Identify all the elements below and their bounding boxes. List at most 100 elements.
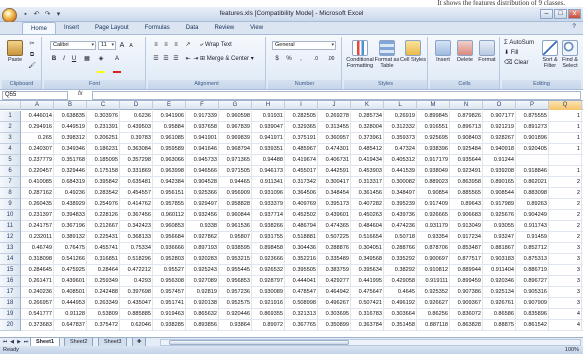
cell[interactable]: 0.946173 bbox=[252, 166, 285, 177]
cell[interactable]: 0.886719 bbox=[516, 265, 549, 276]
cell[interactable]: 0.518881 bbox=[285, 232, 318, 243]
paste-button[interactable]: Paste bbox=[5, 40, 25, 63]
cell[interactable]: 0.406731 bbox=[318, 155, 351, 166]
cell[interactable]: 0.38292 bbox=[384, 265, 417, 276]
merge-center-button[interactable]: ⊞ Merge & Center ▾ bbox=[200, 55, 262, 64]
align-left-icon[interactable]: ☰ bbox=[152, 55, 160, 64]
cell[interactable]: 0.919111 bbox=[417, 276, 450, 287]
cell[interactable]: 2 bbox=[549, 232, 582, 243]
cell[interactable]: 0.909367 bbox=[450, 298, 483, 309]
cell[interactable]: 0.908544 bbox=[483, 188, 516, 199]
row-header[interactable]: 6 bbox=[0, 166, 21, 177]
cell[interactable]: 0.316783 bbox=[351, 309, 384, 320]
cell[interactable]: 0.359373 bbox=[384, 133, 417, 144]
cell[interactable]: 0.917234 bbox=[450, 232, 483, 243]
cell[interactable]: 0.893856 bbox=[186, 320, 219, 331]
column-header-a[interactable]: A bbox=[21, 101, 54, 110]
cell[interactable]: 0.951741 bbox=[153, 298, 186, 309]
column-header-e[interactable]: E bbox=[153, 101, 186, 110]
cell[interactable]: 1 bbox=[549, 144, 582, 155]
cell[interactable]: 0.638835 bbox=[54, 111, 87, 122]
cell[interactable]: 0.254976 bbox=[87, 199, 120, 210]
cell[interactable]: 0.887118 bbox=[417, 320, 450, 331]
cell[interactable]: 0.318098 bbox=[21, 254, 54, 265]
column-header-j[interactable]: J bbox=[318, 101, 351, 110]
column-header-l[interactable]: L bbox=[384, 101, 417, 110]
autosum-button[interactable]: Σ AutoSum bbox=[504, 39, 540, 48]
cell[interactable]: 0.891273 bbox=[516, 122, 549, 133]
cell[interactable]: 0.88875 bbox=[483, 320, 516, 331]
cell[interactable]: 0.908403 bbox=[450, 133, 483, 144]
row-header[interactable]: 15 bbox=[0, 265, 21, 276]
cell[interactable]: 0.367765 bbox=[285, 320, 318, 331]
cell[interactable]: 2 bbox=[549, 188, 582, 199]
row-header[interactable]: 14 bbox=[0, 254, 21, 265]
cell[interactable]: 0.959589 bbox=[153, 144, 186, 155]
wrap-text-button[interactable]: ⤶ Wrap Text bbox=[200, 41, 250, 50]
cell[interactable]: 0.496267 bbox=[318, 298, 351, 309]
cell[interactable]: 0.62046 bbox=[120, 320, 153, 331]
column-header-q[interactable]: Q bbox=[549, 101, 582, 110]
cell[interactable]: 0.910812 bbox=[417, 265, 450, 276]
cell[interactable]: 0.907177 bbox=[483, 111, 516, 122]
cell[interactable]: 0.919463 bbox=[153, 309, 186, 320]
cell[interactable]: 0.920346 bbox=[483, 276, 516, 287]
cell[interactable]: 0.869355 bbox=[252, 309, 285, 320]
row-header[interactable]: 9 bbox=[0, 199, 21, 210]
cell[interactable]: 0.75334 bbox=[120, 243, 153, 254]
tab-review[interactable]: Review bbox=[206, 22, 242, 34]
cell[interactable]: 0.518296 bbox=[120, 254, 153, 265]
cell[interactable]: 0.287162 bbox=[21, 188, 54, 199]
cell[interactable]: 0.94465 bbox=[219, 177, 252, 188]
cell[interactable]: 0.175158 bbox=[87, 166, 120, 177]
cell[interactable]: 0.930089 bbox=[252, 287, 285, 298]
cell[interactable]: 0.863958 bbox=[450, 177, 483, 188]
cell[interactable]: 0.475647 bbox=[351, 287, 384, 298]
cell[interactable]: 0.925352 bbox=[417, 287, 450, 298]
cell[interactable]: 0.875313 bbox=[516, 254, 549, 265]
cell[interactable]: 0.300417 bbox=[318, 177, 351, 188]
decrease-decimal-button[interactable]: .00 bbox=[324, 55, 338, 64]
cell[interactable]: 0.375191 bbox=[285, 133, 318, 144]
cell[interactable] bbox=[516, 155, 549, 166]
cell[interactable]: 0.261471 bbox=[21, 276, 54, 287]
name-box[interactable]: Q55 bbox=[2, 91, 68, 100]
cell[interactable]: 0.395505 bbox=[285, 265, 318, 276]
cell[interactable]: 0.896713 bbox=[450, 122, 483, 133]
column-header-o[interactable]: O bbox=[483, 101, 516, 110]
cell[interactable]: 0.405312 bbox=[384, 155, 417, 166]
cell[interactable]: 0.303976 bbox=[87, 111, 120, 122]
cell[interactable]: 0.303695 bbox=[318, 309, 351, 320]
increase-indent-icon[interactable]: ⇥ bbox=[192, 55, 200, 64]
cell[interactable]: 0.91128 bbox=[54, 309, 87, 320]
cell[interactable]: 0.349568 bbox=[351, 254, 384, 265]
row-header[interactable]: 11 bbox=[0, 221, 21, 232]
cell[interactable]: 0.957236 bbox=[219, 287, 252, 298]
column-header-i[interactable]: I bbox=[285, 101, 318, 110]
cell[interactable]: 0.875555 bbox=[516, 111, 549, 122]
cell[interactable]: 0.259349 bbox=[87, 276, 120, 287]
underline-button[interactable]: U bbox=[70, 55, 78, 64]
cell[interactable]: 0.485412 bbox=[351, 144, 384, 155]
maximize-button[interactable]: □ bbox=[554, 9, 567, 19]
cell[interactable]: 0.896727 bbox=[516, 276, 549, 287]
cell[interactable]: 0.865632 bbox=[186, 309, 219, 320]
cell[interactable]: 0.960112 bbox=[153, 210, 186, 221]
cell[interactable]: 0.937714 bbox=[252, 210, 285, 221]
cell[interactable]: 0.410085 bbox=[21, 177, 54, 188]
cell[interactable]: 0.952803 bbox=[153, 254, 186, 265]
cell[interactable]: 0.446014 bbox=[21, 111, 54, 122]
cell[interactable]: 0.901896 bbox=[516, 133, 549, 144]
cell[interactable]: 0.455741 bbox=[87, 243, 120, 254]
cell[interactable]: 0.331869 bbox=[120, 166, 153, 177]
row-header[interactable]: 16 bbox=[0, 276, 21, 287]
cell[interactable]: 0.897193 bbox=[186, 243, 219, 254]
cell[interactable]: 0.364506 bbox=[285, 188, 318, 199]
cell[interactable]: 0.852712 bbox=[516, 243, 549, 254]
cell[interactable]: 0.960598 bbox=[219, 111, 252, 122]
cell[interactable]: 0.928267 bbox=[483, 133, 516, 144]
cell[interactable]: 0.89263 bbox=[516, 199, 549, 210]
cell[interactable]: 0.907386 bbox=[450, 287, 483, 298]
cell[interactable]: 0.91244 bbox=[483, 155, 516, 166]
cell[interactable]: 0.94488 bbox=[252, 155, 285, 166]
